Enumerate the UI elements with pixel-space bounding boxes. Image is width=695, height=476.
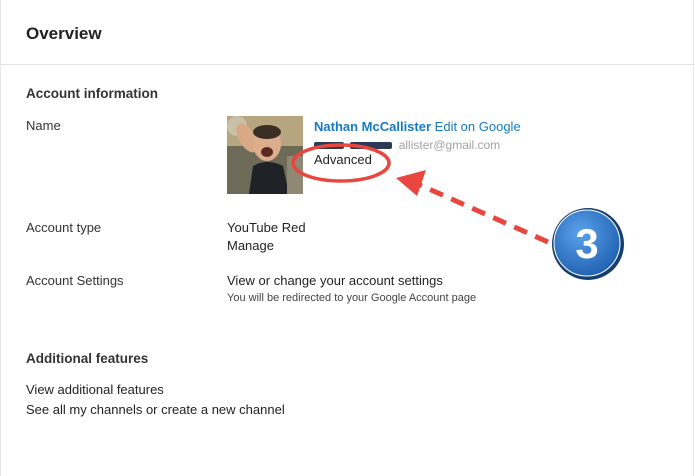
email-text: allister@gmail.com xyxy=(398,138,501,152)
overview-header: Overview xyxy=(1,0,695,65)
email-redacted: allister@gmail.com xyxy=(314,138,500,152)
edit-on-google-link[interactable]: Edit on Google xyxy=(435,119,521,134)
account-settings-link[interactable]: View or change your account settings xyxy=(227,273,443,288)
channels-link[interactable]: See all my channels or create a new chan… xyxy=(26,402,285,417)
overview-panel: Overview Account information Name Nathan… xyxy=(0,0,695,476)
account-settings-label: Account Settings xyxy=(26,273,124,288)
account-type-label: Account type xyxy=(26,220,102,235)
account-type-value: YouTube Red xyxy=(227,220,306,235)
view-additional-features-link[interactable]: View additional features xyxy=(26,382,164,397)
account-information-heading: Account information xyxy=(26,86,158,101)
profile-photo-icon xyxy=(227,116,303,194)
manage-link[interactable]: Manage xyxy=(227,238,274,253)
redirect-note: You will be redirected to your Google Ac… xyxy=(227,292,477,304)
redaction-block xyxy=(350,142,393,150)
name-line: Nathan McCallister Edit on Google xyxy=(314,119,521,134)
avatar xyxy=(227,116,303,194)
name-label: Name xyxy=(26,118,61,133)
user-name-link[interactable]: Nathan McCallister xyxy=(314,119,431,134)
redaction-block xyxy=(314,142,344,150)
additional-features-heading: Additional features xyxy=(26,351,149,366)
page-title: Overview xyxy=(26,24,102,43)
advanced-link[interactable]: Advanced xyxy=(314,152,372,167)
